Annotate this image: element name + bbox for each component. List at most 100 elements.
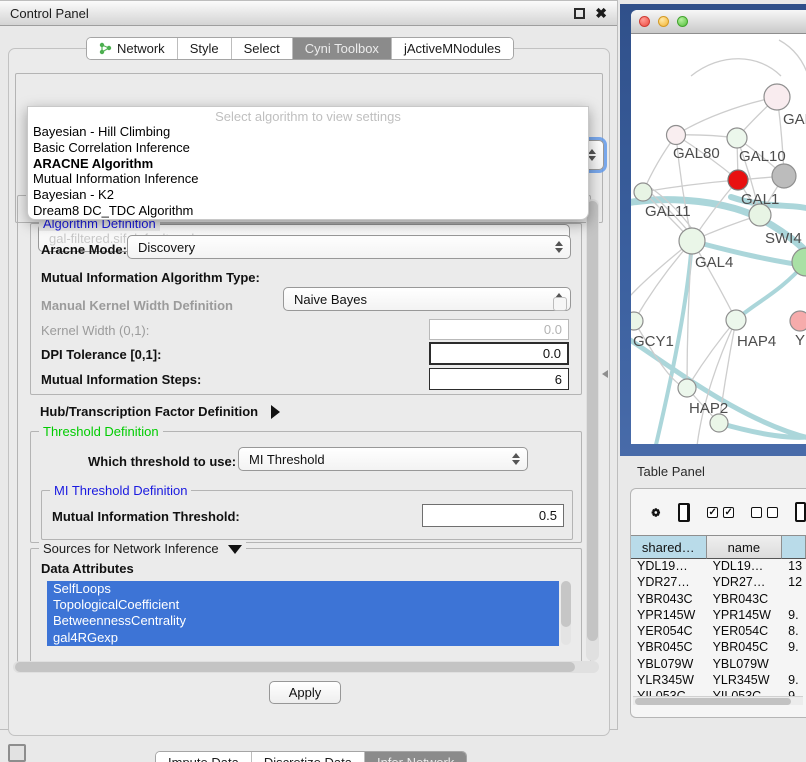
gear-icon[interactable] (651, 504, 661, 521)
dpi-tolerance-label: DPI Tolerance [0,1]: (41, 347, 161, 362)
select-all-checks-icon[interactable]: ✓✓ (707, 507, 734, 518)
dropdown-item-basic-correlation[interactable]: Basic Correlation Inference (28, 140, 588, 156)
mi-threshold-field[interactable]: 0.5 (422, 504, 564, 527)
mi-threshold-label: Mutual Information Threshold: (52, 509, 240, 524)
float-panel-icon[interactable] (574, 8, 585, 19)
table-row[interactable]: YBL079WYBL079W (631, 657, 806, 673)
kernel-width-field[interactable]: 0.0 (429, 319, 569, 340)
close-panel-icon[interactable]: ✖ (595, 8, 607, 19)
node-hap4[interactable] (726, 310, 746, 330)
dropdown-item-bayesian-hill[interactable]: Bayesian - Hill Climbing (28, 124, 588, 140)
sources-group-title[interactable]: Sources for Network Inference (39, 541, 246, 556)
which-threshold-combo[interactable]: MI Threshold (238, 447, 528, 471)
which-threshold-label: Which threshold to use: (88, 454, 236, 469)
network-canvas[interactable]: GAL GAL80 GAL10 GAL1 GAL11 SWI4 GAL4 GCY… (631, 34, 806, 444)
mi-type-combo[interactable]: Naive Bayes (283, 287, 571, 311)
network-window-titlebar[interactable] (631, 10, 806, 34)
table-row[interactable]: YBR045CYBR045C9. (631, 640, 806, 656)
table-row[interactable]: YPR145WYPR145W9. (631, 608, 806, 624)
minimize-window-icon[interactable] (658, 16, 669, 27)
zoom-window-icon[interactable] (677, 16, 688, 27)
column-header-shared-name[interactable]: shared… (631, 536, 707, 559)
control-panel-window: Control Panel ✖ gal-filtered.sif default… (0, 0, 618, 730)
data-attributes-label: Data Attributes (41, 561, 134, 576)
columns-icon[interactable] (678, 503, 691, 522)
table-row[interactable]: YDR27…YDR27…12 (631, 575, 806, 591)
table-panel: ✓✓ shared… name YDL19…YDL19…13 YDR27…YDR… (630, 488, 806, 718)
dropdown-item-mutual-info[interactable]: Mutual Information Inference (28, 171, 588, 187)
table-row[interactable]: YDL19…YDL19…13 (631, 559, 806, 575)
dropdown-item-bayesian-k2[interactable]: Bayesian - K2 (28, 187, 588, 203)
settings-horizontal-scrollbar[interactable] (13, 661, 599, 673)
node-gcy1[interactable] (631, 312, 643, 330)
mi-steps-value: 6 (555, 372, 562, 387)
node-label: GAL80 (673, 145, 720, 162)
bottom-tab-bar: Impute Data Discretize Data Infer Networ… (155, 751, 467, 762)
hub-tf-definition-toggle[interactable]: Hub/Transcription Factor Definition (40, 403, 280, 421)
which-threshold-value: MI Threshold (249, 452, 325, 467)
tab-select[interactable]: Select (232, 38, 293, 59)
apply-button[interactable]: Apply (269, 681, 341, 704)
mi-type-label: Mutual Information Algorithm Type: (41, 270, 260, 285)
dropdown-item-aracne[interactable]: ARACNE Algorithm (28, 156, 588, 172)
close-window-icon[interactable] (639, 16, 650, 27)
deselect-all-checks-icon[interactable] (751, 507, 778, 518)
node-gray[interactable] (772, 164, 796, 188)
tab-infer-network[interactable]: Infer Network (365, 752, 466, 762)
apply-button-label: Apply (289, 685, 322, 700)
table-horizontal-scrollbar[interactable] (633, 696, 803, 705)
control-panel-titlebar[interactable]: Control Panel ✖ (0, 1, 617, 26)
mi-steps-field[interactable]: 6 (429, 368, 569, 390)
cyni-algorithm-settings-group: Cyni Algorithm Settings Algorithm Defini… (17, 195, 591, 665)
aracne-mode-combo[interactable]: Discovery (127, 235, 571, 259)
tab-network-label: Network (117, 41, 165, 56)
node-gal10[interactable] (727, 128, 747, 148)
algorithm-dropdown-list: Select algorithm to view settings Bayesi… (27, 106, 589, 220)
sources-group: Sources for Network Inference Data Attri… (30, 548, 582, 666)
tab-impute-data[interactable]: Impute Data (156, 752, 252, 762)
manual-kernel-checkbox[interactable] (553, 297, 567, 311)
dpi-tolerance-field[interactable]: 0.0 (429, 342, 569, 365)
list-item[interactable]: gal4RGexp (47, 630, 559, 646)
tab-cyni-toolbox[interactable]: Cyni Toolbox (293, 38, 392, 59)
column-header-cut[interactable] (782, 536, 806, 559)
control-panel-tab-bar: Network Style Select Cyni Toolbox jActiv… (86, 37, 514, 60)
network-view-window[interactable]: GAL GAL80 GAL10 GAL1 GAL11 SWI4 GAL4 GCY… (631, 10, 806, 444)
dropdown-placeholder: Select algorithm to view settings (28, 109, 588, 124)
aracne-mode-label: Aracne Mode: (41, 242, 127, 257)
tab-style[interactable]: Style (178, 38, 232, 59)
minimized-panel-chip[interactable] (8, 744, 26, 762)
table-row[interactable]: YBR043CYBR043C (631, 592, 806, 608)
hub-tf-definition-label: Hub/Transcription Factor Definition (40, 404, 258, 419)
node-gal-cut[interactable] (764, 84, 790, 110)
table-row[interactable]: YLR345WYLR345W9. (631, 673, 806, 689)
tab-jactivemnodules[interactable]: jActiveMNodules (392, 38, 513, 59)
mi-type-value: Naive Bayes (294, 292, 367, 307)
node-green-right[interactable] (792, 248, 806, 276)
column-header-name[interactable]: name (707, 536, 783, 559)
combo-stepper-icon (512, 453, 520, 465)
list-item[interactable]: BetweennessCentrality (47, 613, 559, 629)
list-item[interactable]: TopologicalCoefficient (47, 597, 559, 613)
node-gal80[interactable] (667, 126, 686, 145)
node-salmon[interactable] (790, 311, 806, 331)
combo-stepper-icon (588, 149, 596, 161)
node-hap2[interactable] (678, 379, 696, 397)
settings-vertical-scrollbar[interactable] (586, 199, 599, 661)
node-label: GAL (783, 111, 806, 128)
node-gal11[interactable] (634, 183, 652, 201)
list-vertical-scrollbar[interactable] (561, 581, 571, 645)
node-gal4[interactable] (679, 228, 705, 254)
dpi-tolerance-value: 0.0 (543, 346, 561, 361)
sources-title-text: Sources for Network Inference (43, 541, 219, 556)
aracne-mode-value: Discovery (138, 240, 195, 255)
table-row[interactable]: YER054CYER054C8. (631, 624, 806, 640)
splitter-collapse-icon[interactable] (602, 370, 608, 378)
dropdown-item-dream8[interactable]: Dream8 DC_TDC Algorithm (28, 203, 588, 219)
new-table-icon[interactable] (795, 502, 806, 522)
list-item[interactable]: SelfLoops (47, 581, 559, 597)
network-icon (99, 42, 112, 55)
tab-network[interactable]: Network (87, 38, 178, 59)
node-red-selected[interactable] (728, 170, 748, 190)
tab-discretize-data[interactable]: Discretize Data (252, 752, 365, 762)
